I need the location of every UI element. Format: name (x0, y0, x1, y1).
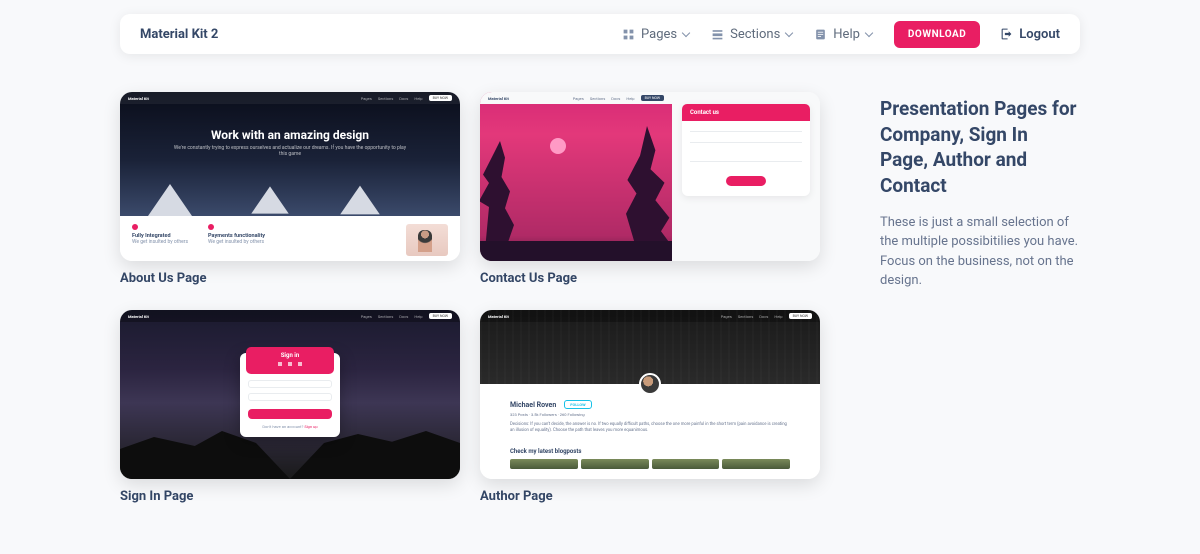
nav-pages[interactable]: Pages (622, 27, 689, 42)
chevron-down-icon (682, 28, 690, 36)
logout-button[interactable]: Logout (1000, 27, 1060, 42)
section-heading: Presentation Pages for Company, Sign In … (880, 96, 1080, 199)
logout-icon (1000, 28, 1013, 41)
card-sign-in[interactable]: Material KitPagesSectionsDocsHelpBUY NOW… (120, 310, 460, 504)
nav-sections[interactable]: Sections (711, 27, 792, 42)
thumbnail-contact-us: Material KitPagesSectionsDocsHelpBUY NOW… (480, 92, 820, 261)
card-title: Author Page (480, 489, 820, 504)
navbar: Material Kit 2 Pages Sections Help DOWNL… (120, 14, 1080, 54)
view-day-icon (711, 28, 724, 41)
nav-help[interactable]: Help (814, 27, 872, 42)
card-contact-us[interactable]: Material KitPagesSectionsDocsHelpBUY NOW… (480, 92, 820, 286)
download-button[interactable]: DOWNLOAD (894, 21, 980, 48)
card-title: Sign In Page (120, 489, 460, 504)
nav-pages-label: Pages (641, 27, 677, 42)
avatar (639, 373, 661, 395)
nav-sections-label: Sections (730, 27, 780, 42)
card-about-us[interactable]: Material KitPagesSectionsDocsHelpBUY NOW… (120, 92, 460, 286)
card-author[interactable]: Material KitPagesSectionsDocsHelpBUY NOW… (480, 310, 820, 504)
chevron-down-icon (865, 28, 873, 36)
thumbnail-about-us: Material KitPagesSectionsDocsHelpBUY NOW… (120, 92, 460, 261)
brand[interactable]: Material Kit 2 (140, 27, 218, 42)
article-icon (814, 28, 827, 41)
cards-grid: Material KitPagesSectionsDocsHelpBUY NOW… (120, 92, 820, 504)
section-description: These is just a small selection of the m… (880, 213, 1080, 291)
card-title: About Us Page (120, 271, 460, 286)
thumbnail-author: Material KitPagesSectionsDocsHelpBUY NOW… (480, 310, 820, 479)
dashboard-icon (622, 28, 635, 41)
thumbnail-sign-in: Material KitPagesSectionsDocsHelpBUY NOW… (120, 310, 460, 479)
card-title: Contact Us Page (480, 271, 820, 286)
nav-help-label: Help (833, 27, 860, 42)
sidebar-info: Presentation Pages for Company, Sign In … (880, 92, 1080, 504)
content: Material KitPagesSectionsDocsHelpBUY NOW… (0, 54, 1200, 504)
chevron-down-icon (785, 28, 793, 36)
logout-label: Logout (1019, 27, 1060, 42)
